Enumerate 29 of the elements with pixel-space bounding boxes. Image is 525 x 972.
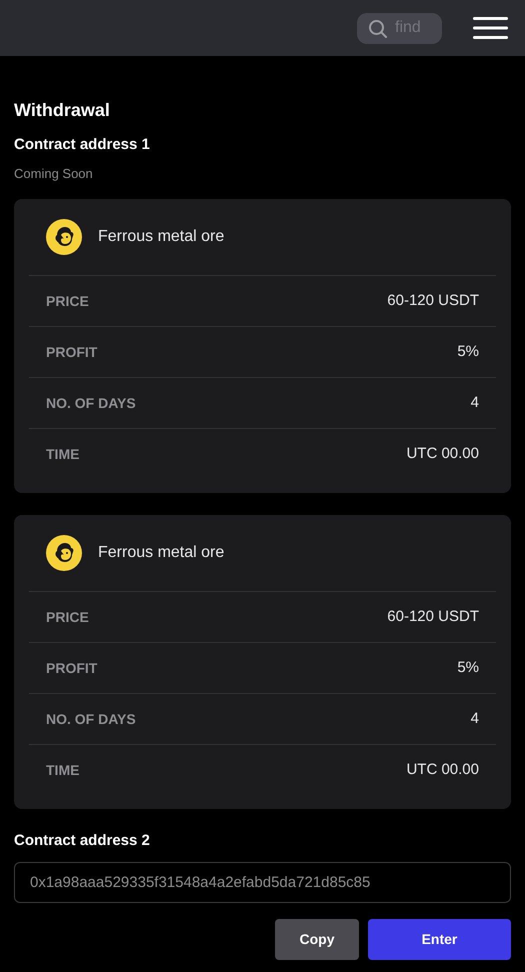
row-value: 5%: [457, 658, 479, 678]
row-value: 5%: [457, 342, 479, 362]
page-title: Withdrawal: [14, 99, 110, 122]
product-name: Ferrous metal ore: [98, 543, 224, 563]
monkey-logo-icon: [46, 219, 82, 255]
row-label: NO. OF DAYS: [46, 394, 136, 412]
product-name: Ferrous metal ore: [98, 227, 224, 247]
row-value: 60-120 USDT: [387, 606, 479, 627]
row-label: PROFIT: [46, 658, 98, 678]
row-label: PRICE: [46, 292, 89, 310]
row-value: 60-120 USDT: [387, 290, 479, 311]
enter-button[interactable]: Enter: [368, 919, 511, 960]
row-label: TIME: [46, 761, 80, 780]
menu-icon[interactable]: [473, 16, 508, 40]
row-value: UTC 00.00: [406, 760, 479, 780]
row-value: UTC 00.00: [406, 444, 479, 464]
copy-button[interactable]: Copy: [275, 919, 359, 960]
row-label: NO. OF DAYS: [46, 710, 136, 728]
row-value: 4: [470, 708, 479, 729]
row-label: PRICE: [46, 608, 89, 626]
section-heading: Contract address 2: [14, 831, 150, 851]
section-heading: Contract address 1: [14, 135, 150, 155]
row-value: 4: [470, 392, 479, 413]
monkey-logo-icon: [46, 535, 82, 571]
row-label: TIME: [46, 445, 80, 464]
search-icon: [368, 18, 388, 38]
coming-soon-note: Coming Soon: [14, 165, 93, 183]
address-field[interactable]: 0x1a98aaa529335f31548a4a2efabd5da721d85c85: [14, 862, 511, 903]
row-label: PROFIT: [46, 342, 98, 362]
